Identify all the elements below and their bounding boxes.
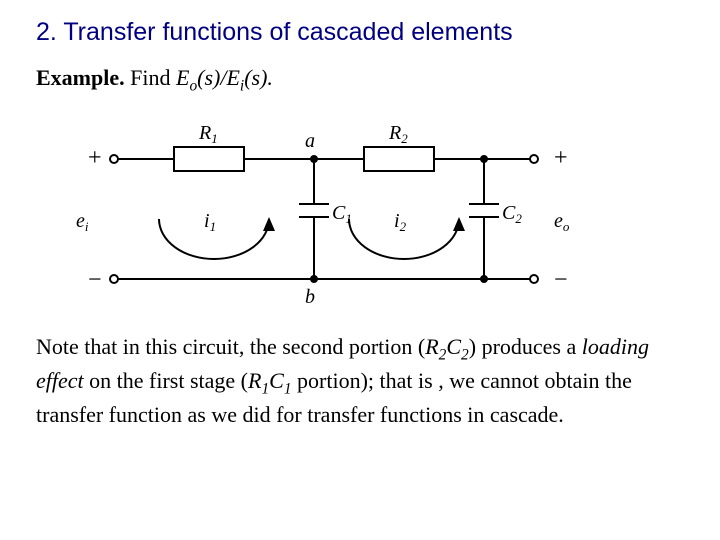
r2-num: 2	[401, 131, 408, 146]
ratio-mid: (s)/	[197, 65, 226, 90]
eo-sym: E	[176, 65, 189, 90]
example-label: Example.	[36, 65, 125, 90]
note-t1: Note that in this circuit, the second po…	[36, 334, 425, 359]
minus-left: −	[88, 267, 102, 293]
note-c2: C	[446, 334, 461, 359]
plus-right: +	[554, 145, 568, 171]
example-line: Example. Find Eo(s)/Ei(s).	[36, 65, 684, 95]
ei-label: e	[76, 210, 85, 232]
c1-num: 1	[345, 211, 352, 226]
ei-sub: i	[85, 219, 89, 234]
minus-right: −	[554, 267, 568, 293]
note-r1: R	[248, 368, 261, 393]
svg-text:i1: i1	[204, 210, 216, 234]
eo-sub: o	[563, 219, 570, 234]
slide: 2. Transfer functions of cascaded elemen…	[0, 0, 720, 447]
plus-left: +	[88, 145, 102, 171]
note-t3: on the first stage (	[84, 368, 248, 393]
eo-sub: o	[189, 77, 197, 94]
i2-num: 2	[400, 219, 407, 234]
svg-text:C1: C1	[332, 202, 352, 226]
svg-text:eo: eo	[554, 210, 570, 234]
note-c2n: 2	[461, 347, 469, 364]
c2-num: 2	[515, 211, 522, 226]
node-a: a	[305, 130, 315, 152]
ratio-tail: (s).	[244, 65, 273, 90]
c1-label: C	[332, 202, 346, 224]
i1-num: 1	[210, 219, 217, 234]
r1-num: 1	[211, 131, 218, 146]
note-r2: R	[425, 334, 438, 359]
svg-text:ei: ei	[76, 210, 89, 234]
svg-text:R1: R1	[198, 122, 218, 146]
r1-label: R	[198, 122, 211, 144]
node-b: b	[305, 286, 315, 308]
note-r1n: 1	[261, 381, 269, 398]
svg-text:C2: C2	[502, 202, 522, 226]
circuit-svg: R1 a R2 + + ei i1 C1 i2 C2 eo − − b	[64, 109, 584, 309]
svg-text:i2: i2	[394, 210, 407, 234]
note-t2: ) produces a	[469, 334, 582, 359]
note-text: Note that in this circuit, the second po…	[36, 332, 684, 428]
r2-label: R	[388, 122, 401, 144]
svg-text:R2: R2	[388, 122, 408, 146]
ei-sym: E	[226, 65, 239, 90]
note-c1: C	[269, 368, 284, 393]
eo-label: e	[554, 210, 563, 232]
c2-label: C	[502, 202, 516, 224]
circuit-diagram: R1 a R2 + + ei i1 C1 i2 C2 eo − − b	[64, 109, 684, 314]
slide-title: 2. Transfer functions of cascaded elemen…	[36, 18, 684, 47]
example-text: Find	[125, 65, 176, 90]
note-c1n: 1	[284, 381, 292, 398]
